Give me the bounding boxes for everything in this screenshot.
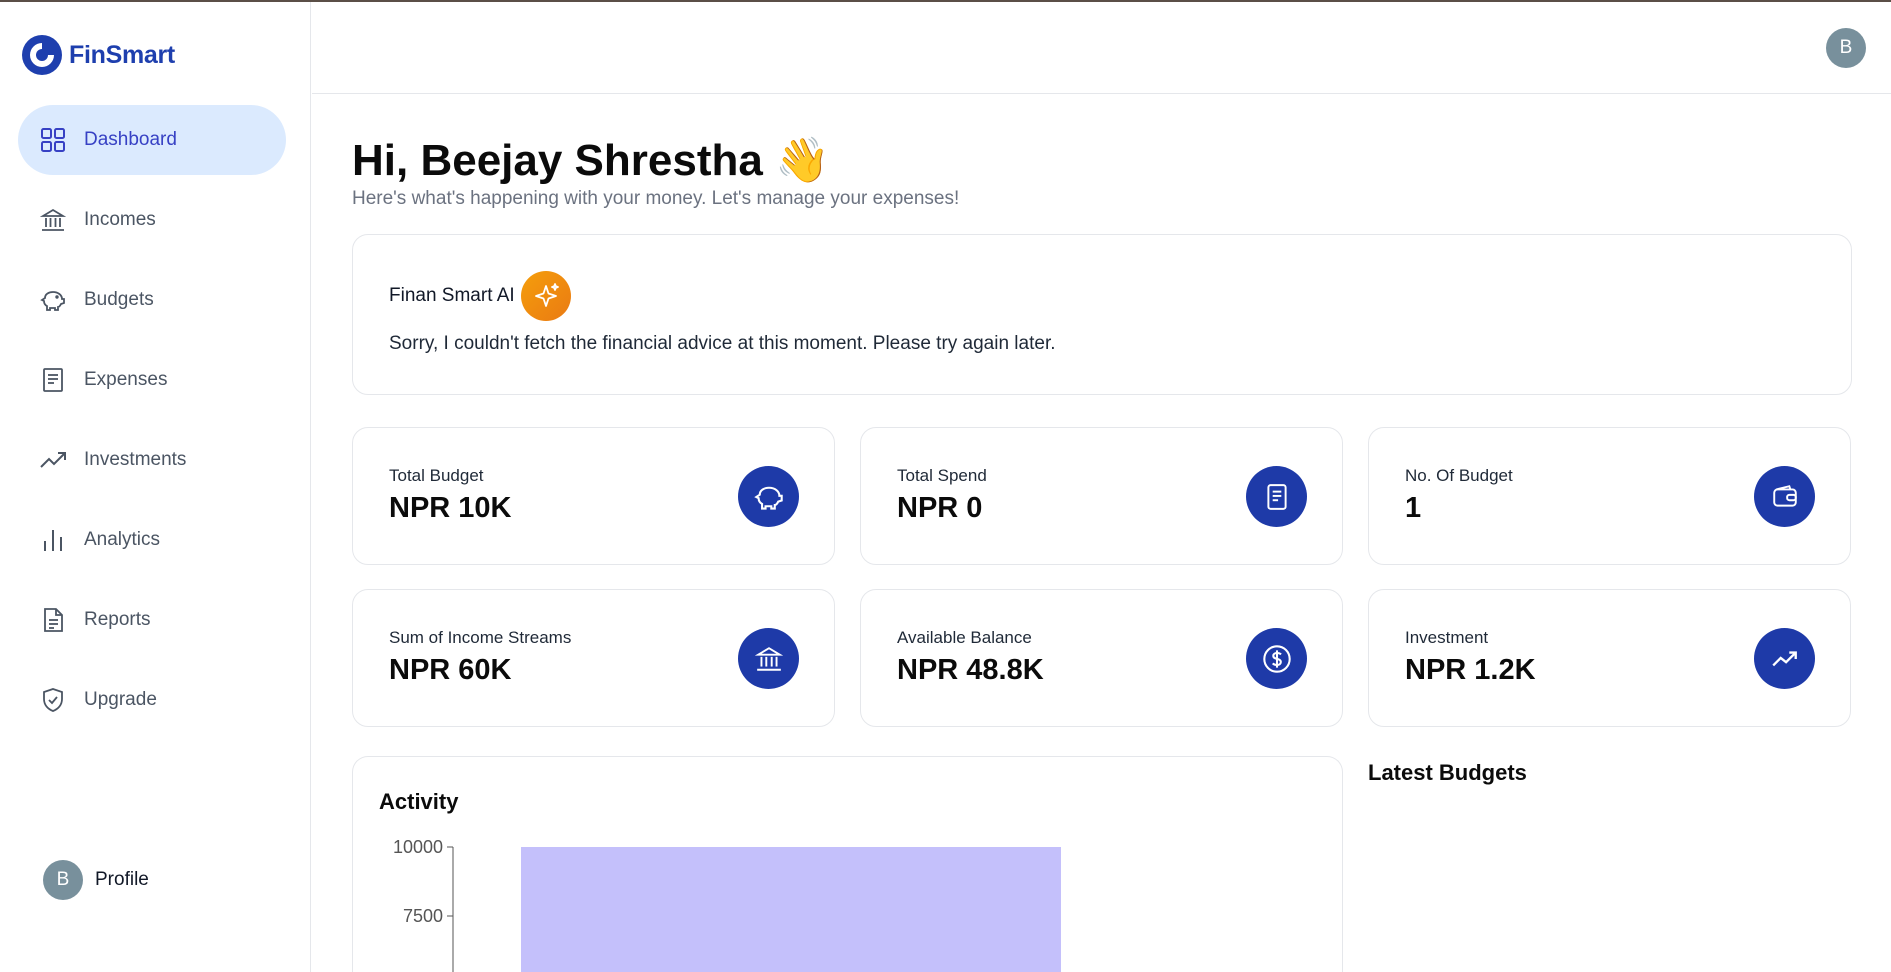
page-subtitle: Here's what's happening with your money.… [352, 188, 960, 209]
sidebar-item-expenses[interactable]: Expenses [18, 345, 286, 415]
trending-up-icon [39, 446, 67, 474]
sidebar-item-label: Dashboard [84, 129, 177, 150]
piggy-bank-icon [39, 286, 67, 314]
sidebar-item-label: Upgrade [84, 689, 157, 710]
stat-label: Total Budget [389, 466, 484, 485]
sidebar-item-label: Reports [84, 609, 151, 630]
profile-label: Profile [95, 869, 149, 890]
grid-icon [39, 126, 67, 154]
latest-budgets-title: Latest Budgets [1368, 760, 1527, 785]
stat-label: Available Balance [897, 628, 1032, 647]
stat-card-available-balance: Available Balance NPR 48.8K [860, 589, 1343, 727]
ai-title: Finan Smart AI [389, 285, 515, 306]
sidebar-item-label: Expenses [84, 369, 168, 390]
stat-label: Total Spend [897, 466, 987, 485]
file-text-icon [39, 606, 67, 634]
ai-message: Sorry, I couldn't fetch the financial ad… [389, 333, 1056, 354]
receipt-icon [1246, 466, 1307, 527]
stat-card-income-streams: Sum of Income Streams NPR 60K [352, 589, 835, 727]
sidebar-item-reports[interactable]: Reports [18, 585, 286, 655]
trending-up-icon [1754, 628, 1815, 689]
profile-link[interactable]: B Profile [43, 860, 149, 900]
chart-bar[interactable] [521, 847, 1061, 972]
stat-card-budget-count: No. Of Budget 1 [1368, 427, 1851, 565]
stat-card-investment: Investment NPR 1.2K [1368, 589, 1851, 727]
stat-value: 1 [1405, 492, 1422, 524]
sidebar-item-label: Investments [84, 449, 187, 470]
user-avatar-button[interactable]: B [1826, 28, 1866, 68]
sidebar-item-upgrade[interactable]: Upgrade [18, 665, 286, 735]
shield-check-icon [39, 686, 67, 714]
app-logo[interactable]: FinSmart [21, 34, 175, 76]
sidebar-item-budgets[interactable]: Budgets [18, 265, 286, 335]
finsmart-logo-icon [22, 35, 62, 75]
stat-card-total-budget: Total Budget NPR 10K [352, 427, 835, 565]
y-tick-label: 7500 [403, 906, 443, 926]
wallet-icon [1754, 466, 1815, 527]
y-tick-label: 10000 [393, 837, 443, 857]
stat-label: Investment [1405, 628, 1489, 647]
stat-card-total-spend: Total Spend NPR 0 [860, 427, 1343, 565]
bar-chart-icon [39, 526, 67, 554]
activity-title: Activity [379, 789, 459, 814]
sidebar-item-incomes[interactable]: Incomes [18, 185, 286, 255]
top-bar: B [312, 2, 1891, 94]
page-title: Hi, Beejay Shrestha 👋 [352, 136, 830, 185]
sidebar-item-label: Budgets [84, 289, 154, 310]
piggy-bank-icon [738, 466, 799, 527]
stat-value: NPR 60K [389, 654, 512, 686]
ai-advice-card: Finan Smart AI Sorry, I couldn't fetch t… [352, 234, 1852, 395]
sparkles-icon [520, 271, 571, 321]
ai-card-header: Finan Smart AI [389, 271, 571, 321]
sidebar-item-investments[interactable]: Investments [18, 425, 286, 495]
sidebar-item-dashboard[interactable]: Dashboard [18, 105, 286, 175]
sidebar-item-label: Incomes [84, 209, 156, 230]
sidebar: FinSmart Dashboard Incomes Budgets Expen… [0, 2, 311, 972]
bank-icon [39, 206, 67, 234]
bank-icon [738, 628, 799, 689]
stat-value: NPR 10K [389, 492, 512, 524]
stat-label: No. Of Budget [1405, 466, 1513, 485]
app-name: FinSmart [69, 40, 175, 69]
stat-value: NPR 48.8K [897, 654, 1044, 686]
stat-value: NPR 1.2K [1405, 654, 1536, 686]
dollar-circle-icon [1246, 628, 1307, 689]
sidebar-nav: Dashboard Incomes Budgets Expenses Inves… [18, 105, 286, 745]
activity-chart-card: Activity 1000075005000 [352, 756, 1343, 972]
sidebar-item-label: Analytics [84, 529, 161, 550]
sidebar-item-analytics[interactable]: Analytics [18, 505, 286, 575]
receipt-icon [39, 366, 67, 394]
stat-value: NPR 0 [897, 492, 983, 524]
avatar: B [43, 860, 83, 900]
stat-label: Sum of Income Streams [389, 628, 572, 647]
activity-bar-chart: 1000075005000 [393, 837, 1061, 972]
